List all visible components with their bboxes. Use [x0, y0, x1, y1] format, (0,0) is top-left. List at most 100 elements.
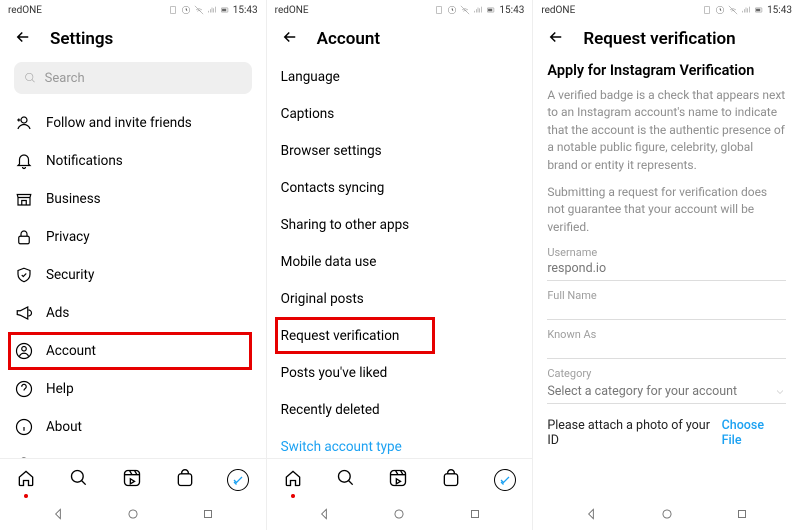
- status-bar: redONE 15:43: [267, 0, 533, 18]
- menu-follow-invite[interactable]: Follow and invite friends: [14, 104, 252, 142]
- lock-icon: [14, 227, 34, 247]
- tab-home[interactable]: [283, 468, 303, 492]
- menu-business[interactable]: Business: [14, 180, 252, 218]
- page-title: Settings: [50, 29, 113, 49]
- carrier-label: redONE: [275, 5, 309, 16]
- field-category: Category Select a category for your acco…: [547, 367, 786, 404]
- nav-back[interactable]: [51, 506, 65, 525]
- category-placeholder: Select a category for your account: [547, 384, 737, 399]
- search-input[interactable]: [45, 71, 242, 86]
- tab-shop[interactable]: [175, 468, 195, 492]
- page-title: Request verification: [583, 29, 735, 49]
- time-label: 15:43: [233, 5, 258, 16]
- android-navbar: [533, 500, 800, 530]
- attach-text: Please attach a photo of your ID: [547, 418, 721, 448]
- screen-settings: redONE 15:43 Settings Follow and invite …: [0, 0, 267, 530]
- item-browser[interactable]: Browser settings: [281, 132, 519, 169]
- screen-account: redONE 15:43 Account Language Captions B…: [267, 0, 534, 530]
- knownas-value: [547, 341, 786, 359]
- menu-notifications[interactable]: Notifications: [14, 142, 252, 180]
- time-label: 15:43: [767, 5, 792, 16]
- item-recently-deleted[interactable]: Recently deleted: [281, 391, 519, 428]
- bell-icon: [14, 151, 34, 171]
- menu-label: Security: [46, 267, 94, 283]
- header: Settings: [0, 18, 266, 58]
- menu-label: Account: [46, 343, 96, 359]
- switch-account-type[interactable]: Switch account type: [281, 428, 519, 458]
- header: Request verification: [533, 18, 800, 58]
- nav-back[interactable]: [584, 506, 598, 525]
- megaphone-icon: [14, 303, 34, 323]
- item-posts-liked[interactable]: Posts you've liked: [281, 354, 519, 391]
- knownas-label: Known As: [547, 328, 786, 341]
- status-bar: redONE 15:43: [0, 0, 266, 18]
- item-language[interactable]: Language: [281, 58, 519, 95]
- menu-privacy[interactable]: Privacy: [14, 218, 252, 256]
- choose-file-button[interactable]: Choose File: [722, 418, 786, 448]
- section-heading: Apply for Instagram Verification: [547, 62, 786, 79]
- menu-about[interactable]: About: [14, 408, 252, 446]
- menu-help[interactable]: Help: [14, 370, 252, 408]
- add-user-icon: [14, 113, 34, 133]
- category-select[interactable]: Select a category for your account: [547, 380, 786, 404]
- tab-search[interactable]: [69, 468, 89, 492]
- page-title: Account: [317, 29, 380, 49]
- status-icons: 15:43: [702, 5, 792, 16]
- nav-home[interactable]: [392, 506, 406, 525]
- back-button[interactable]: [281, 28, 299, 50]
- bottom-tabs: [267, 458, 533, 500]
- tab-search[interactable]: [336, 468, 356, 492]
- description-1: A verified badge is a check that appears…: [547, 87, 786, 174]
- android-navbar: [267, 500, 533, 530]
- header: Account: [267, 18, 533, 58]
- status-bar: redONE 15:43: [533, 0, 800, 18]
- menu-ads[interactable]: Ads: [14, 294, 252, 332]
- menu-theme[interactable]: Theme: [14, 446, 252, 458]
- search-box[interactable]: [14, 62, 252, 94]
- carrier-label: redONE: [8, 5, 42, 16]
- item-sharing[interactable]: Sharing to other apps: [281, 206, 519, 243]
- nav-recent[interactable]: [735, 506, 749, 525]
- item-captions[interactable]: Captions: [281, 95, 519, 132]
- category-label: Category: [547, 367, 786, 380]
- android-navbar: [0, 500, 266, 530]
- username-label: Username: [547, 246, 786, 259]
- menu-label: Help: [46, 381, 74, 397]
- status-icons: 15:43: [168, 5, 258, 16]
- info-icon: [14, 417, 34, 437]
- attach-row: Please attach a photo of your ID Choose …: [547, 418, 786, 448]
- menu-label: Ads: [46, 305, 69, 321]
- back-button[interactable]: [547, 28, 565, 50]
- tab-profile[interactable]: [227, 469, 249, 491]
- tab-profile[interactable]: [494, 469, 516, 491]
- tab-reels[interactable]: [388, 468, 408, 492]
- field-username[interactable]: Username respond.io: [547, 246, 786, 281]
- back-button[interactable]: [14, 28, 32, 50]
- field-fullname[interactable]: Full Name: [547, 289, 786, 320]
- time-label: 15:43: [499, 5, 524, 16]
- menu-security[interactable]: Security: [14, 256, 252, 294]
- bottom-tabs: [0, 458, 266, 500]
- nav-back[interactable]: [317, 506, 331, 525]
- nav-home[interactable]: [126, 506, 140, 525]
- item-mobile-data[interactable]: Mobile data use: [281, 243, 519, 280]
- description-2: Submitting a request for verification do…: [547, 184, 786, 236]
- fullname-label: Full Name: [547, 289, 786, 302]
- tab-reels[interactable]: [122, 468, 142, 492]
- tab-home[interactable]: [16, 468, 36, 492]
- menu-label: Business: [46, 191, 101, 207]
- menu-account[interactable]: Account: [8, 332, 252, 370]
- account-icon: [14, 341, 34, 361]
- fullname-value: [547, 302, 786, 320]
- tab-shop[interactable]: [441, 468, 461, 492]
- screen-request-verification: redONE 15:43 Request verification Apply …: [533, 0, 800, 530]
- item-original-posts[interactable]: Original posts: [281, 280, 519, 317]
- nav-recent[interactable]: [201, 506, 215, 525]
- item-contacts[interactable]: Contacts syncing: [281, 169, 519, 206]
- shield-icon: [14, 265, 34, 285]
- field-knownas[interactable]: Known As: [547, 328, 786, 359]
- nav-recent[interactable]: [468, 506, 482, 525]
- nav-home[interactable]: [660, 506, 674, 525]
- item-request-verification[interactable]: Request verification: [275, 317, 435, 354]
- help-icon: [14, 379, 34, 399]
